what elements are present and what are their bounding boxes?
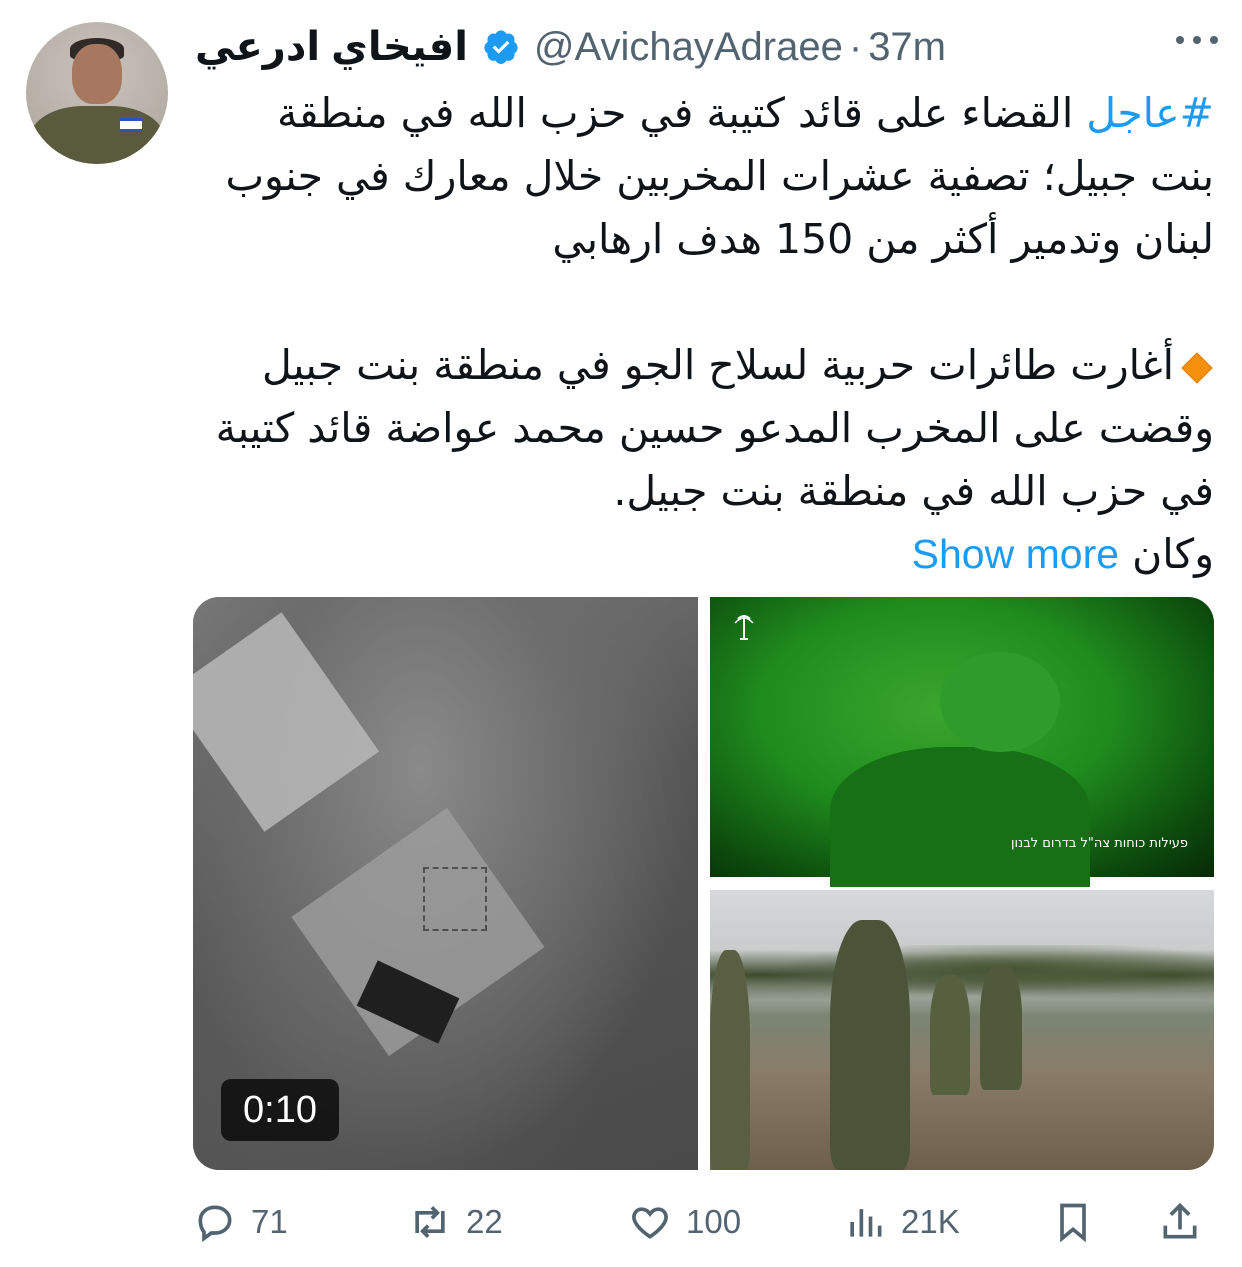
author-name[interactable]: افيخاي ادرعي [195, 24, 468, 70]
flag-badge-icon [120, 118, 142, 132]
tweet-paragraph-2: أغارت طائرات حربية لسلاح الجو في منطقة ب… [200, 334, 1214, 523]
bookmark-button[interactable] [1051, 1190, 1095, 1254]
tweet-header: افيخاي ادرعي @AvichayAdraee · 37m [195, 18, 1212, 76]
views-button[interactable]: 21K [843, 1190, 960, 1254]
bookmark-icon [1060, 1203, 1086, 1243]
reply-button[interactable]: 71 [193, 1190, 288, 1254]
repost-icon [415, 1206, 445, 1238]
show-more-link[interactable]: Show more [912, 531, 1119, 577]
soldiers-image[interactable] [710, 890, 1214, 1170]
share-icon [1163, 1202, 1197, 1239]
tweet-paragraph-1: #عاجل القضاء على قائد كتيبة في حزب الله … [200, 82, 1214, 271]
share-button[interactable] [1158, 1190, 1202, 1254]
heart-icon [632, 1207, 668, 1239]
views-count: 21K [901, 1203, 960, 1240]
tweet-headline: القضاء على قائد كتيبة في حزب الله في منط… [225, 89, 1214, 263]
truncated-text: وكان [1132, 530, 1214, 578]
idf-logo-icon [734, 615, 754, 640]
action-bar: 71 22 100 21K [193, 1190, 1214, 1254]
avatar[interactable] [26, 22, 168, 164]
verified-badge-icon [484, 30, 518, 64]
video-thumbnail[interactable]: 0:10 [193, 597, 698, 1170]
repost-count: 22 [466, 1203, 503, 1240]
paragraph-spacer [200, 271, 1214, 334]
views-chart-icon [850, 1209, 882, 1237]
separator-dot: · [848, 24, 863, 69]
tweet-paragraph-2-text: أغارت طائرات حربية لسلاح الجو في منطقة ب… [215, 341, 1214, 515]
author-handle[interactable]: @AvichayAdraee [534, 25, 843, 70]
media-grid: 0:10 פעילות כוחות צה"ל בדרום לבנון [193, 597, 1214, 1170]
image-caption: פעילות כוחות צה"ל בדרום לבנון [1010, 836, 1188, 851]
video-duration-badge: 0:10 [221, 1079, 339, 1141]
more-options-icon[interactable] [1172, 30, 1222, 50]
like-count: 100 [686, 1203, 742, 1240]
targeting-reticle-icon [423, 867, 487, 931]
reply-icon [198, 1205, 232, 1243]
hashtag-link[interactable]: #عاجل [1086, 89, 1214, 137]
reply-count: 71 [251, 1203, 288, 1240]
tweet-paragraph-3: وكان Show more [200, 523, 1214, 586]
like-button[interactable]: 100 [628, 1190, 741, 1254]
tweet-body: #عاجل القضاء على قائد كتيبة في حزب الله … [200, 82, 1214, 586]
orange-diamond-icon [1181, 352, 1213, 384]
repost-button[interactable]: 22 [408, 1190, 503, 1254]
tweet-timestamp[interactable]: 37m [868, 25, 946, 70]
night-vision-image[interactable]: פעילות כוחות צה"ל בדרום לבנון [710, 597, 1214, 887]
